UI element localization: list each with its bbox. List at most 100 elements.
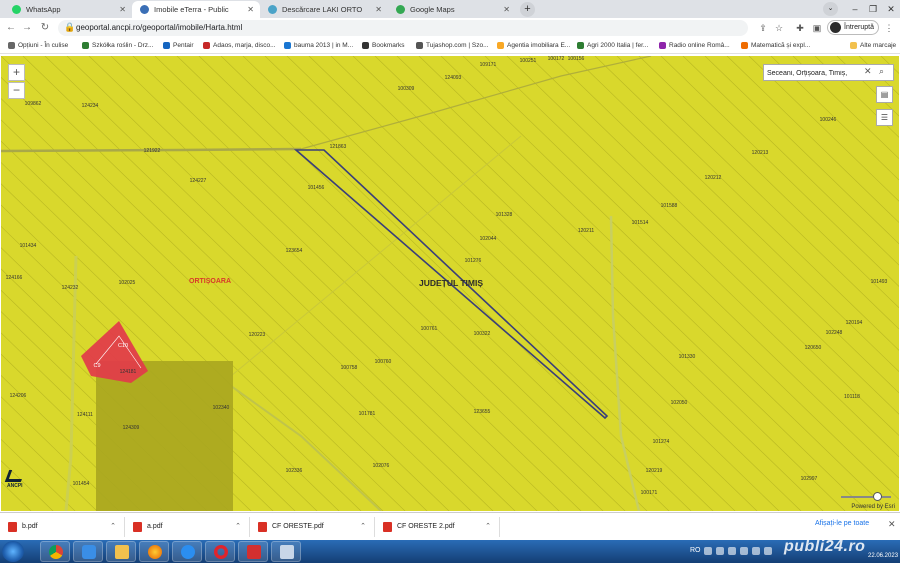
close-window-button[interactable]: ✕ (882, 0, 900, 18)
parcel-label: 120212 (704, 175, 722, 181)
back-icon[interactable]: ← (4, 20, 18, 36)
bookmark-item[interactable]: Adaos, marja, disco... (203, 38, 276, 53)
parcel-label: 109862 (24, 101, 42, 107)
parcel-label: 102997 (800, 476, 818, 482)
parcel-label: 101330 (678, 354, 696, 360)
close-icon[interactable]: ✕ (888, 519, 896, 530)
parcel-label: 102248 (825, 330, 843, 336)
parcel-label: 124206 (9, 393, 27, 399)
close-icon[interactable]: ✕ (119, 1, 126, 18)
slider-knob[interactable] (873, 492, 882, 501)
new-tab-button[interactable]: + (520, 2, 535, 17)
parcel-label: 102044 (479, 236, 497, 242)
chevron-up-icon[interactable]: ⌃ (360, 517, 366, 537)
bookmark-item[interactable]: bauma 2013 | in M... (284, 38, 353, 53)
reload-icon[interactable]: ↻ (38, 20, 52, 36)
parcel-label: 101588 (660, 203, 678, 209)
windows-taskbar: RO 22.06.2023 (0, 540, 900, 563)
chevron-up-icon[interactable]: ⌃ (110, 517, 116, 537)
minimize-button[interactable]: – (846, 0, 864, 18)
show-all-downloads[interactable]: Afișați-le pe toate (815, 520, 869, 527)
chevron-up-icon[interactable]: ⌃ (235, 517, 241, 537)
tray-icon[interactable] (704, 547, 712, 555)
bookmark-item[interactable]: Opțiuni - În culise (8, 38, 68, 53)
other-bookmarks[interactable]: Alte marcaje (850, 38, 896, 53)
parcel-label: 120211 (577, 228, 595, 234)
bookmark-item[interactable]: Tujashop.com | Szo... (416, 38, 489, 53)
tray-icon[interactable] (752, 547, 760, 555)
tray-icon[interactable] (764, 547, 772, 555)
parcel-label: 102076 (372, 463, 390, 469)
chrome-taskbar-icon[interactable] (40, 541, 70, 562)
app-taskbar-icon[interactable] (271, 541, 301, 562)
extensions-icon[interactable]: ✚ (793, 21, 807, 35)
parcel-label: 101781 (358, 411, 376, 417)
opacity-slider[interactable] (841, 492, 891, 501)
map-search-input[interactable] (767, 67, 863, 79)
parcel-label: 101514 (631, 220, 649, 226)
close-icon[interactable]: ✕ (503, 1, 510, 18)
zoom-in-button[interactable]: + (8, 64, 25, 81)
parcel-label: 124166 (5, 275, 23, 281)
close-icon[interactable]: ✕ (375, 1, 382, 18)
parcel-label: 124181 (119, 369, 137, 375)
bookmark-item[interactable]: Pentair (163, 38, 194, 53)
firefox-taskbar-icon[interactable] (139, 541, 169, 562)
chevron-up-icon[interactable]: ⌃ (485, 517, 491, 537)
parcel-label: 124309 (122, 425, 140, 431)
search-icon[interactable]: ⌕ (879, 66, 884, 77)
county-label: JUDEȚUL TIMIȘ (418, 278, 484, 288)
layers-button[interactable]: ▤ (876, 86, 893, 103)
sidepanel-icon[interactable]: ▣ (810, 21, 824, 35)
parcel-label: 100156 (567, 56, 585, 62)
maximize-button[interactable]: ❐ (864, 0, 882, 18)
site-icon (140, 5, 149, 14)
pdf-icon (8, 522, 17, 532)
close-icon[interactable]: ✕ (247, 1, 254, 18)
forward-icon[interactable]: → (20, 20, 34, 36)
bookmark-star-icon[interactable]: ☆ (772, 21, 786, 35)
legend-button[interactable]: ☰ (876, 109, 893, 126)
tab-search-button[interactable]: ⌄ (823, 2, 838, 16)
tray-icon[interactable] (728, 547, 736, 555)
zoom-out-button[interactable]: − (8, 82, 25, 99)
avatar (830, 22, 841, 33)
parcel-label: 124232 (61, 285, 79, 291)
start-button[interactable] (2, 541, 24, 562)
download-item[interactable]: CF ORESTE.pdf ⌃ (250, 517, 375, 537)
bookmark-icon (497, 42, 504, 49)
clear-icon[interactable]: ✕ (864, 66, 872, 77)
address-bar[interactable]: 🔒 geoportal.ancpi.ro/geoportal/imobile/H… (58, 20, 748, 36)
ie-taskbar-icon[interactable] (172, 541, 202, 562)
bookmark-item[interactable]: Szkółka roślin - Drz... (82, 38, 153, 53)
download-item[interactable]: CF ORESTE 2.pdf ⌃ (375, 517, 500, 537)
selected-parcel-zone (81, 321, 148, 383)
menu-icon[interactable]: ⋮ (882, 21, 896, 35)
media-player-taskbar-icon[interactable] (73, 541, 103, 562)
bookmark-item[interactable]: Radio online Româ... (659, 38, 730, 53)
parcel-label: 124093 (444, 75, 462, 81)
language-indicator[interactable]: RO (690, 547, 701, 554)
map-frame: 109171 100251 100172 100156 124093 100309 1098… (0, 55, 900, 512)
tab-whatsapp[interactable]: WhatsApp ✕ (4, 1, 132, 18)
tray-icon[interactable] (740, 547, 748, 555)
profile-button[interactable]: Întreruptă (827, 20, 879, 35)
cadastral-map[interactable]: 109171 100251 100172 100156 124093 100309 1098… (1, 56, 899, 511)
tab-descarcare-laki[interactable]: Descărcare LAKI ORTO ✕ (260, 1, 388, 18)
bookmark-item[interactable]: Matematică și expl... (741, 38, 810, 53)
bookmark-item[interactable]: Agentia imobiliara E... (497, 38, 570, 53)
parcel-label: 121863 (329, 144, 347, 150)
acrobat-taskbar-icon[interactable] (238, 541, 268, 562)
clock-date[interactable]: 22.06.2023 (868, 553, 898, 559)
explorer-taskbar-icon[interactable] (106, 541, 136, 562)
download-item[interactable]: b.pdf ⌃ (0, 517, 125, 537)
tray-icon[interactable] (716, 547, 724, 555)
opera-taskbar-icon[interactable] (205, 541, 235, 562)
bookmark-item[interactable]: Agri 2000 Italia | fer... (577, 38, 648, 53)
tab-imobile-eterra[interactable]: Imobile eTerra - Public ✕ (132, 1, 260, 18)
bookmark-item[interactable]: Bookmarks (362, 38, 405, 53)
bookmark-icon (163, 42, 170, 49)
share-icon[interactable]: ⇪ (756, 21, 770, 35)
download-item[interactable]: a.pdf ⌃ (125, 517, 250, 537)
tab-google-maps[interactable]: Google Maps ✕ (388, 1, 516, 18)
